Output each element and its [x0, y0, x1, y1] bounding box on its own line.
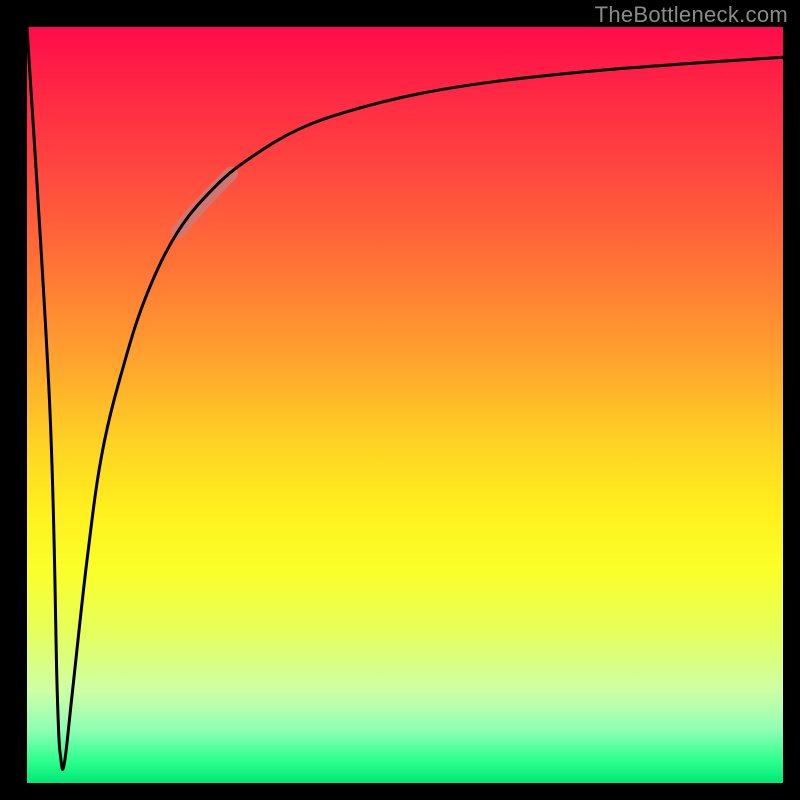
plot-area	[27, 27, 783, 783]
chart-frame: TheBottleneck.com	[0, 0, 800, 800]
bottleneck-curve-line	[27, 27, 783, 770]
curve-highlight-segment	[178, 174, 231, 231]
attribution-label: TheBottleneck.com	[595, 2, 788, 28]
bottleneck-curve-svg	[27, 27, 783, 783]
